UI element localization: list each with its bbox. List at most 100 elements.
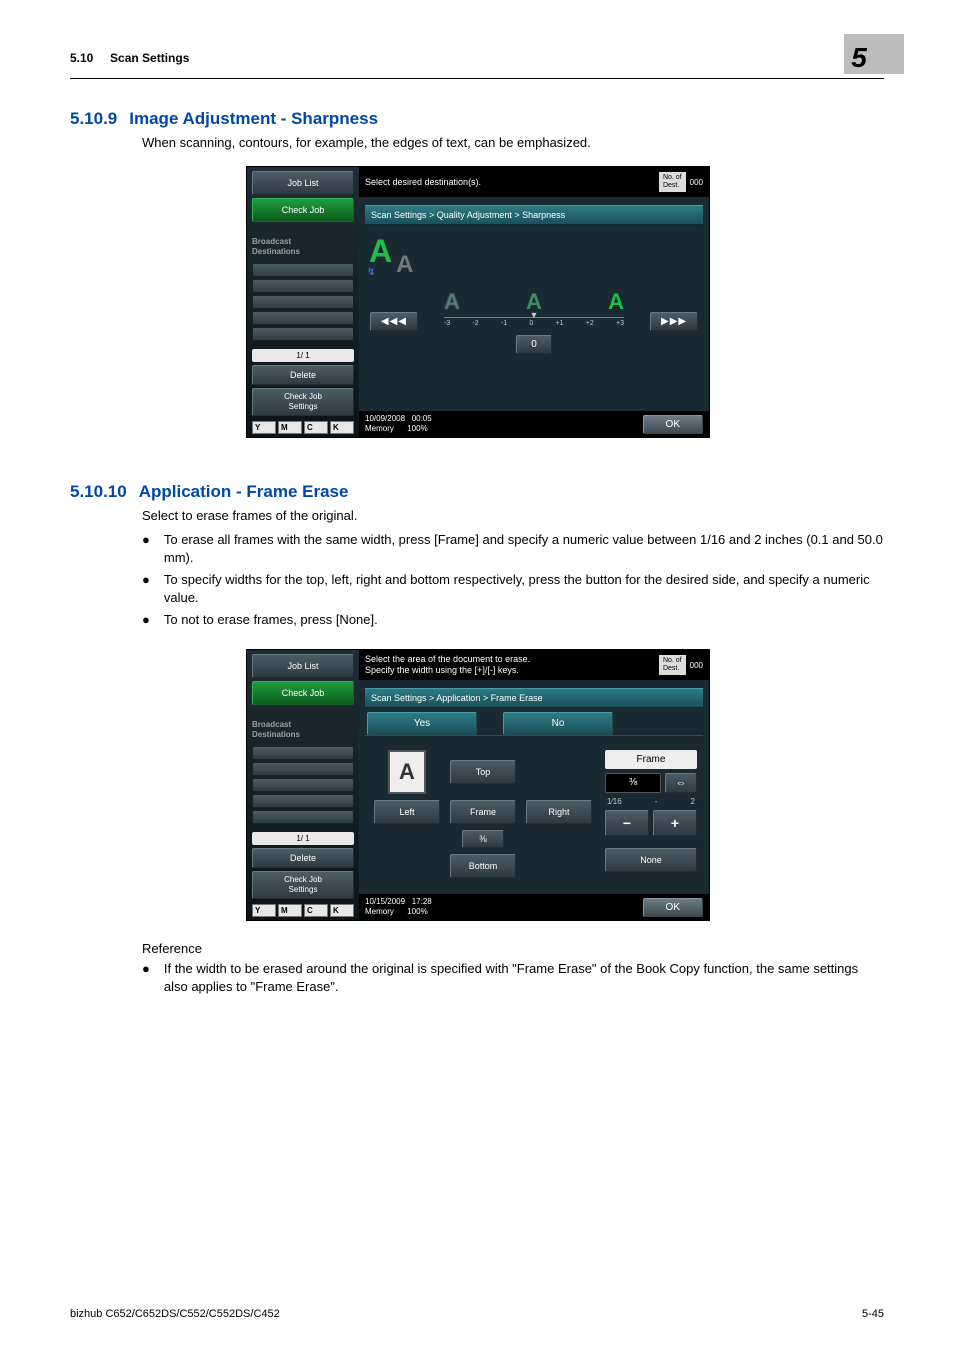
destination-slot[interactable]	[252, 762, 354, 776]
job-list-button[interactable]: Job List	[252, 654, 354, 678]
frame-value: ⅜	[462, 830, 504, 848]
scale-tick: +2	[586, 320, 594, 327]
increase-button[interactable]: ▶▶▶	[650, 312, 698, 331]
check-job-button[interactable]: Check Job	[252, 198, 354, 222]
toner-indicators: Y M C K	[252, 904, 354, 917]
decrease-button[interactable]: ◀◀◀	[370, 312, 418, 331]
frame-button[interactable]: Frame	[450, 800, 516, 824]
reference-label: Reference	[142, 941, 884, 956]
instruction-message: Select desired destination(s).	[365, 177, 481, 188]
swap-icon: ↯	[367, 259, 375, 287]
delete-button[interactable]: Delete	[252, 365, 354, 385]
destination-slot[interactable]	[252, 778, 354, 792]
destination-slot[interactable]	[252, 311, 354, 325]
left-button[interactable]: Left	[374, 800, 440, 824]
plus-button[interactable]: +	[653, 810, 697, 836]
scale-tick: +3	[616, 320, 624, 327]
dest-count-indicator: No. of Dest. 000	[659, 172, 703, 192]
page-header: 5.10 Scan Settings 5	[70, 40, 884, 79]
toner-y: Y	[252, 904, 276, 917]
bullet-dot-icon: ●	[142, 531, 150, 549]
section1-intro: When scanning, contours, for example, th…	[142, 135, 884, 150]
reference-bullet-text: If the width to be erased around the ori…	[164, 960, 884, 996]
section-num: 5.10.9	[70, 109, 117, 129]
broadcast-label: Broadcast Destinations	[252, 720, 354, 740]
width-range: 1⁄16 - 2	[605, 797, 697, 806]
footer-model: bizhub C652/C652DS/C552/C552DS/C452	[70, 1308, 280, 1320]
sharpness-value: 0	[516, 335, 552, 354]
toner-c: C	[304, 904, 328, 917]
bottom-button[interactable]: Bottom	[450, 854, 516, 878]
section2-bullet-list: ● To erase all frames with the same widt…	[142, 531, 884, 633]
width-value: ⅜	[605, 773, 661, 793]
instruction-message: Select the area of the document to erase…	[365, 654, 530, 676]
dest-count-label: No. of Dest.	[659, 172, 686, 192]
footer-page-number: 5-45	[862, 1308, 884, 1320]
chapter-number: 5	[834, 40, 884, 76]
toner-y: Y	[252, 421, 276, 434]
chapter-number-box: 5	[834, 40, 884, 76]
left-panel: Job List Check Job Broadcast Destination…	[247, 167, 359, 437]
destination-slot[interactable]	[252, 810, 354, 824]
check-job-settings-button[interactable]: Check Job Settings	[252, 871, 354, 899]
header-section-num: 5.10	[70, 51, 93, 65]
job-list-button[interactable]: Job List	[252, 171, 354, 195]
bullet-dot-icon: ●	[142, 611, 150, 629]
toner-m: M	[278, 904, 302, 917]
none-button[interactable]: None	[605, 848, 697, 872]
left-panel: Job List Check Job Broadcast Destination…	[247, 650, 359, 920]
unit-swap-button[interactable]: ⇔	[665, 773, 697, 793]
scale-tick: 0	[529, 320, 533, 327]
sharpness-screenshot: Job List Check Job Broadcast Destination…	[246, 166, 708, 438]
dest-count-label: No. of Dest.	[659, 655, 686, 675]
no-tab[interactable]: No	[503, 712, 613, 735]
destination-slot[interactable]	[252, 295, 354, 309]
toner-indicators: Y M C K	[252, 421, 354, 434]
frame-erase-screenshot: Job List Check Job Broadcast Destination…	[246, 649, 708, 921]
breadcrumb: Scan Settings > Application > Frame Eras…	[365, 688, 703, 708]
scale-tick: -2	[472, 320, 478, 327]
section-heading-sharpness: 5.10.9 Image Adjustment - Sharpness	[70, 109, 884, 129]
right-button[interactable]: Right	[526, 800, 592, 824]
scale-tick: +1	[556, 320, 564, 327]
minus-button[interactable]: −	[605, 810, 649, 836]
ok-button[interactable]: OK	[643, 415, 703, 434]
side-label: Frame	[605, 750, 697, 769]
section-heading-frame-erase: 5.10.10 Application - Frame Erase	[70, 482, 884, 502]
bullet-dot-icon: ●	[142, 960, 150, 978]
scale-pointer-icon: ▼	[530, 310, 539, 320]
reference-bullet-list: ● If the width to be erased around the o…	[142, 960, 884, 1000]
top-button[interactable]: Top	[450, 760, 516, 784]
destination-slot[interactable]	[252, 746, 354, 760]
sharpness-scale: A A A ▼ -3 -2 -1 0 +1 +2	[444, 289, 624, 354]
ok-button[interactable]: OK	[643, 898, 703, 917]
destination-slots	[252, 263, 354, 341]
bullet-dot-icon: ●	[142, 571, 150, 589]
dest-count-indicator: No. of Dest. 000	[659, 655, 703, 675]
check-job-button[interactable]: Check Job	[252, 681, 354, 705]
destination-slot[interactable]	[252, 263, 354, 277]
status-stamp: 10/15/2009 17:28 Memory 100%	[365, 897, 432, 917]
scale-tick: -3	[444, 320, 450, 327]
check-job-settings-button[interactable]: Check Job Settings	[252, 388, 354, 416]
section-title: Application - Frame Erase	[139, 482, 349, 502]
destination-slot[interactable]	[252, 279, 354, 293]
status-stamp: 10/09/2008 00:05 Memory 100%	[365, 414, 432, 434]
section2-intro: Select to erase frames of the original.	[142, 508, 884, 523]
destination-slot[interactable]	[252, 794, 354, 808]
list-page-indicator: 1/ 1	[252, 832, 354, 845]
yes-tab[interactable]: Yes	[367, 712, 477, 735]
bullet-text: To not to erase frames, press [None].	[164, 611, 378, 629]
toner-k: K	[330, 904, 354, 917]
section-title: Image Adjustment - Sharpness	[129, 109, 378, 129]
broadcast-label: Broadcast Destinations	[252, 237, 354, 257]
section-num: 5.10.10	[70, 482, 127, 502]
toner-m: M	[278, 421, 302, 434]
bullet-text: To erase all frames with the same width,…	[164, 531, 884, 567]
sharpness-preview: A↯ A	[369, 237, 703, 279]
dest-count-value: 000	[690, 661, 703, 670]
delete-button[interactable]: Delete	[252, 848, 354, 868]
page-footer: bizhub C652/C652DS/C552/C552DS/C452 5-45	[70, 1288, 884, 1320]
scale-tick: -1	[501, 320, 507, 327]
destination-slot[interactable]	[252, 327, 354, 341]
